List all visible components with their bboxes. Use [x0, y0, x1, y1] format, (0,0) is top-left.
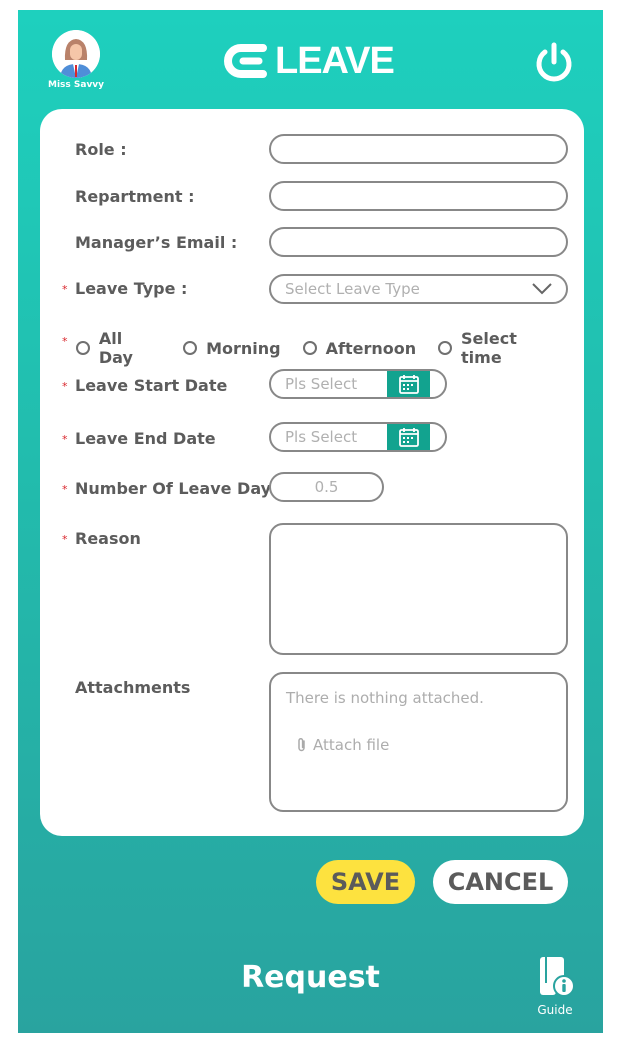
guide-button[interactable]: Guide: [528, 955, 582, 1017]
cancel-button[interactable]: CANCEL: [433, 860, 568, 904]
required-marker: *: [62, 533, 68, 546]
attach-file-label: Attach file: [313, 736, 390, 754]
paperclip-icon: [298, 737, 305, 752]
radio-button[interactable]: [76, 341, 90, 355]
radio-button[interactable]: [302, 341, 317, 355]
user-name: Miss Savvy: [48, 80, 105, 90]
avatar[interactable]: [52, 30, 100, 78]
end-date-calendar-button[interactable]: [387, 424, 430, 450]
leave-end-date-label: Leave End Date: [75, 429, 216, 448]
logout-button[interactable]: [531, 40, 577, 86]
required-marker: *: [62, 335, 68, 348]
required-marker: *: [62, 483, 68, 496]
page-title: Request: [241, 960, 380, 995]
attachments-empty-text: There is nothing attached.: [286, 689, 484, 707]
role-label: Role :: [75, 140, 127, 159]
radio-select-time[interactable]: Select time: [438, 329, 562, 367]
time-options: All Day Morning Afternoon Select time: [76, 329, 584, 367]
app-title: LEAVE: [275, 39, 395, 82]
leave-start-date-label: Leave Start Date: [75, 376, 228, 395]
attachments-label: Attachments: [75, 678, 191, 697]
radio-morning[interactable]: Morning: [183, 339, 281, 358]
app-frame: Miss Savvy LEAVE Role : Repartment : Man…: [18, 10, 603, 1033]
attach-file-link[interactable]: Attach file: [296, 736, 389, 754]
required-marker: *: [62, 380, 68, 393]
radio-button[interactable]: [438, 341, 453, 355]
required-marker: *: [62, 283, 68, 296]
guide-book-icon: [540, 957, 575, 997]
power-icon: [536, 42, 572, 82]
leave-type-placeholder: Select Leave Type: [285, 280, 420, 298]
leave-start-date-placeholder: Pls Select: [285, 375, 358, 393]
leave-end-date-placeholder: Pls Select: [285, 428, 358, 446]
leave-end-date-picker[interactable]: Pls Select: [269, 422, 447, 452]
chevron-down-icon: [532, 283, 552, 295]
radio-afternoon[interactable]: Afternoon: [302, 339, 416, 358]
app-logo: LEAVE: [223, 36, 395, 86]
guide-label: Guide: [537, 1003, 573, 1017]
leave-request-form: Role : Repartment : Manager’s Email : * …: [40, 109, 584, 836]
required-marker: *: [62, 433, 68, 446]
reason-textarea[interactable]: [269, 523, 568, 655]
department-input[interactable]: [269, 181, 568, 211]
department-label: Repartment :: [75, 187, 195, 206]
user-avatar-icon: [52, 30, 100, 78]
save-button[interactable]: SAVE: [316, 860, 415, 904]
user-profile[interactable]: Miss Savvy: [48, 30, 104, 90]
manager-email-label: Manager’s Email :: [75, 233, 238, 252]
calendar-icon: [398, 428, 419, 447]
leave-type-label: Leave Type :: [75, 279, 188, 298]
reason-label: Reason: [75, 529, 141, 548]
role-input[interactable]: [269, 134, 568, 164]
number-of-days-input[interactable]: [269, 472, 384, 502]
leave-type-select[interactable]: Select Leave Type: [269, 274, 568, 304]
leave-start-date-picker[interactable]: Pls Select: [269, 369, 447, 399]
attachments-box: There is nothing attached. Attach file: [269, 672, 568, 812]
radio-button[interactable]: [183, 341, 198, 355]
start-date-calendar-button[interactable]: [387, 371, 430, 397]
e-logo-icon: [224, 44, 267, 78]
manager-email-input[interactable]: [269, 227, 568, 257]
number-of-days-label: Number Of Leave Days: [75, 479, 281, 498]
calendar-icon: [398, 375, 419, 394]
radio-all-day[interactable]: All Day: [76, 329, 161, 367]
